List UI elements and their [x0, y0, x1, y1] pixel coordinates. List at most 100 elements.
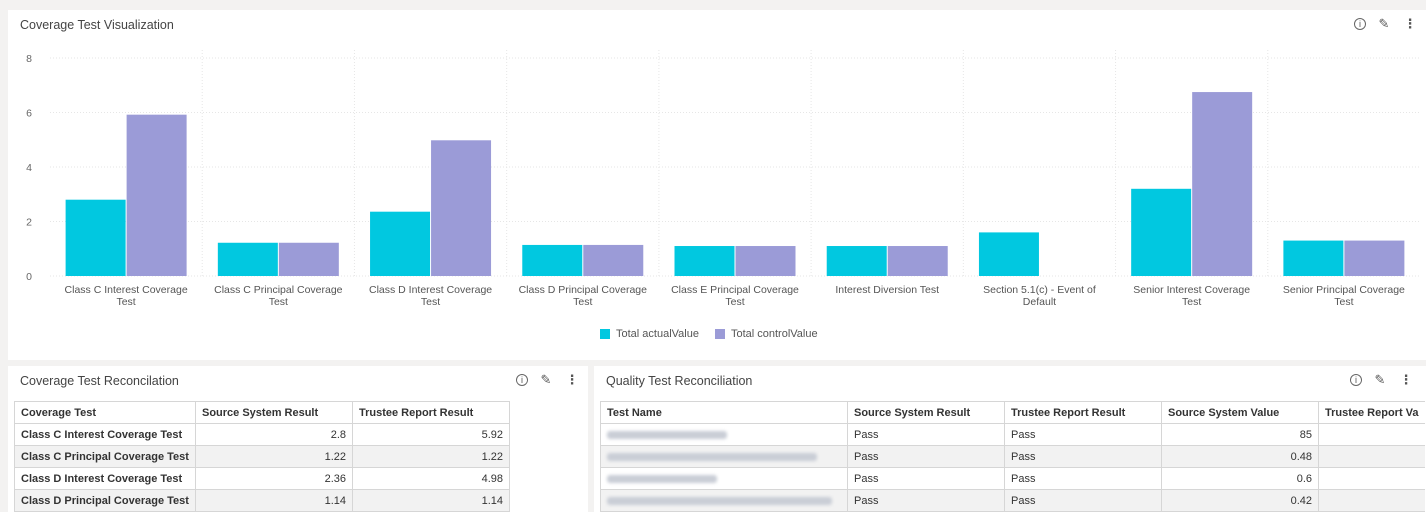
redacted-test-name — [600, 467, 848, 490]
table-row[interactable]: Pass Pass 0.48 — [600, 445, 1425, 468]
y-tick-label: 0 — [26, 271, 32, 283]
table-cell — [1317, 445, 1425, 468]
table-cell: Pass — [1004, 445, 1162, 468]
pencil-icon[interactable]: ✎ — [538, 372, 554, 388]
quality-toolbar: i ✎ ⋮ — [1350, 372, 1414, 388]
bar-control — [735, 246, 796, 276]
column-header[interactable]: Source System Result — [195, 401, 353, 424]
bar-actual — [522, 244, 583, 276]
x-tick-label: Class D Interest Coverage — [369, 284, 492, 296]
redacted-test-name — [600, 423, 848, 446]
table-row[interactable]: Pass Pass 0.6 — [600, 467, 1425, 490]
more-vertical-icon[interactable]: ⋮ — [1398, 372, 1414, 388]
table-cell: Class D Principal Coverage Test — [14, 489, 196, 512]
column-header[interactable]: Source System Result — [847, 401, 1005, 424]
y-tick-label: 8 — [26, 53, 32, 65]
x-tick-label: Section 5.1(c) - Event of — [983, 284, 1096, 296]
coverage-toolbar: i ✎ ⋮ — [516, 372, 580, 388]
bar-actual — [217, 242, 278, 276]
info-icon[interactable]: i — [516, 374, 528, 386]
bar-control — [126, 114, 187, 277]
table-cell: 1.14 — [195, 489, 353, 512]
table-cell: 0.6 — [1161, 467, 1319, 490]
bar-actual — [674, 246, 735, 276]
legend-item-control[interactable]: Total controlValue — [714, 328, 818, 340]
table-cell: Pass — [847, 423, 1005, 446]
bar-chart: 02468Class C Interest CoverageTestClass … — [26, 50, 1420, 308]
table-cell: Pass — [847, 489, 1005, 512]
bar-control — [431, 140, 492, 276]
bar-actual — [370, 211, 431, 276]
quality-reconciliation-panel: Quality Test Reconciliation i ✎ ⋮ Test N… — [594, 366, 1426, 512]
coverage-table: Coverage Test Source System Result Trust… — [14, 401, 510, 512]
coverage-reconciliation-panel: Coverage Test Reconcilation i ✎ ⋮ Covera… — [8, 366, 588, 512]
x-tick-label: Test — [1182, 296, 1201, 308]
table-cell — [1317, 467, 1425, 490]
table-cell: Pass — [847, 467, 1005, 490]
table-cell: 2.36 — [195, 467, 353, 490]
bar-control — [278, 242, 339, 276]
bar-actual — [978, 232, 1039, 276]
x-tick-label: Test — [725, 296, 744, 308]
table-cell: 1.22 — [352, 445, 510, 468]
x-tick-label: Test — [421, 296, 440, 308]
table-row[interactable]: Class D Interest Coverage Test 2.36 4.98 — [14, 467, 510, 490]
table-cell — [1317, 489, 1425, 512]
bar-control — [583, 244, 644, 276]
bar-actual — [1283, 240, 1344, 276]
table-header-row: Test Name Source System Result Trustee R… — [600, 401, 1425, 424]
chart-panel: Coverage Test Visualization i ✎ ⋮ 02468C… — [8, 10, 1426, 360]
table-row[interactable]: Pass Pass 0.42 — [600, 489, 1425, 512]
x-tick-label: Class E Principal Coverage — [671, 284, 799, 296]
table-header-row: Coverage Test Source System Result Trust… — [14, 401, 510, 424]
legend-item-actual[interactable]: Total actualValue — [600, 328, 699, 340]
legend-label-control: Total controlValue — [730, 328, 818, 340]
table-row[interactable]: Class C Interest Coverage Test 2.8 5.92 — [14, 423, 510, 446]
bar-control — [887, 246, 948, 276]
bar-control — [1192, 92, 1253, 276]
table-cell: 0.48 — [1161, 445, 1319, 468]
quality-table: Test Name Source System Result Trustee R… — [600, 401, 1425, 512]
more-vertical-icon[interactable]: ⋮ — [564, 372, 580, 388]
x-tick-label: Class D Principal Coverage — [519, 284, 648, 296]
legend-swatch-control — [714, 329, 725, 339]
column-header[interactable]: Test Name — [600, 401, 848, 424]
table-cell: Class C Interest Coverage Test — [14, 423, 196, 446]
legend-swatch-actual — [600, 329, 610, 339]
x-tick-label: Default — [1023, 296, 1056, 308]
bar-actual — [826, 246, 887, 276]
x-tick-label: Test — [573, 296, 592, 308]
quality-panel-title: Quality Test Reconciliation — [606, 374, 753, 388]
table-cell: Pass — [847, 445, 1005, 468]
table-cell — [1317, 423, 1425, 446]
table-cell: Class D Interest Coverage Test — [14, 467, 196, 490]
column-header[interactable]: Trustee Report Result — [352, 401, 510, 424]
table-cell: Pass — [1004, 423, 1162, 446]
x-tick-label: Interest Diversion Test — [835, 284, 939, 296]
table-row[interactable]: Class D Principal Coverage Test 1.14 1.1… — [14, 489, 510, 512]
table-cell: 4.98 — [352, 467, 510, 490]
y-tick-label: 2 — [26, 217, 32, 229]
column-header[interactable]: Trustee Report Result — [1004, 401, 1162, 424]
pencil-icon[interactable]: ✎ — [1372, 372, 1388, 388]
column-header[interactable]: Coverage Test — [14, 401, 196, 424]
y-tick-label: 4 — [26, 162, 32, 174]
x-tick-label: Senior Principal Coverage — [1283, 284, 1405, 296]
table-cell: 2.8 — [195, 423, 353, 446]
x-tick-label: Class C Principal Coverage — [214, 284, 343, 296]
y-tick-label: 6 — [26, 108, 32, 120]
redacted-test-name — [600, 445, 848, 468]
table-cell: Pass — [1004, 489, 1162, 512]
info-icon[interactable]: i — [1350, 374, 1362, 386]
column-header[interactable]: Trustee Report Va — [1317, 401, 1425, 424]
legend-label-actual: Total actualValue — [616, 328, 699, 340]
chart-legend: Total actualValue Total controlValue — [600, 328, 818, 340]
table-row[interactable]: Class C Principal Coverage Test 1.22 1.2… — [14, 445, 510, 468]
x-tick-label: Senior Interest Coverage — [1133, 284, 1250, 296]
bar-actual — [1131, 188, 1192, 276]
table-row[interactable]: Pass Pass 85 — [600, 423, 1425, 446]
table-cell: 0.42 — [1161, 489, 1319, 512]
table-cell: Class C Principal Coverage Test — [14, 445, 196, 468]
column-header[interactable]: Source System Value — [1161, 401, 1319, 424]
x-tick-label: Test — [269, 296, 288, 308]
